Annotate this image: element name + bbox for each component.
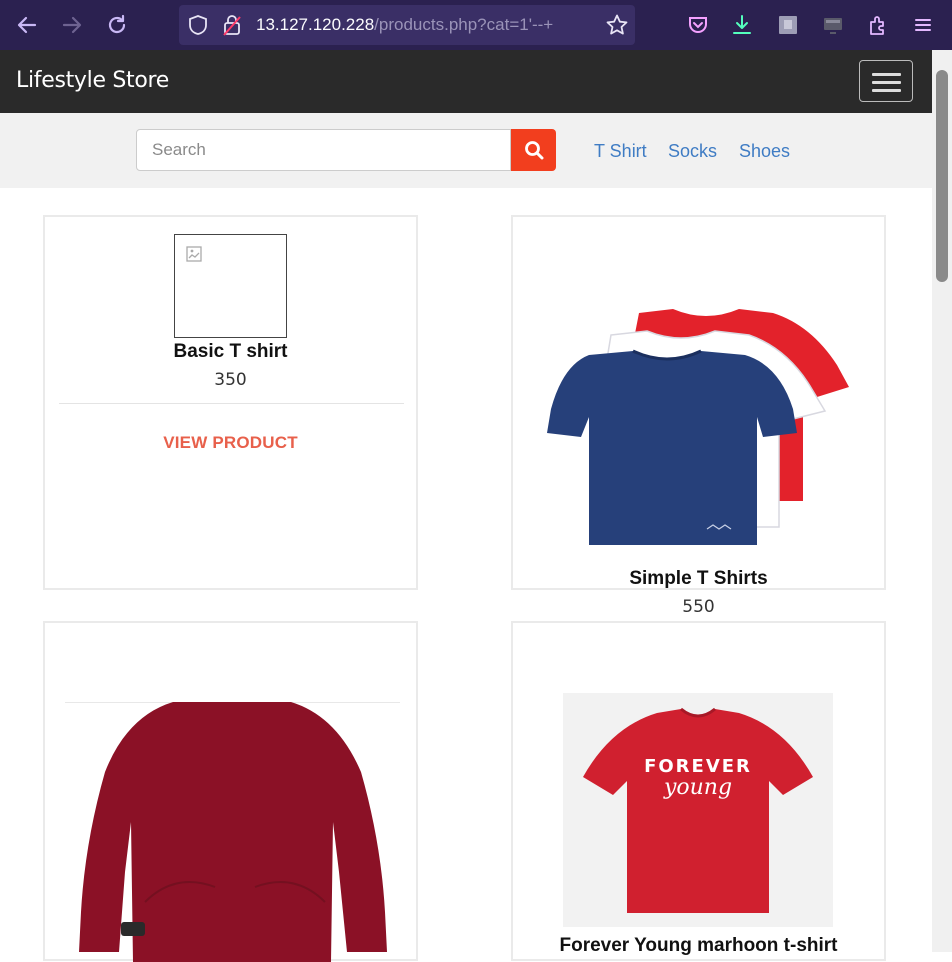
category-link-socks[interactable]: Socks (668, 141, 717, 162)
search-bar-section: T Shirt Socks Shoes (0, 113, 932, 188)
tshirt-print-line1: FOREVER (644, 756, 752, 777)
product-card (43, 621, 418, 962)
search-icon (524, 141, 543, 160)
tshirt-print-line2: young (663, 775, 733, 800)
category-link-shoes[interactable]: Shoes (739, 141, 790, 162)
shield-icon[interactable] (187, 14, 209, 41)
site-navbar: Lifestyle Store (0, 50, 932, 113)
product-image[interactable] (75, 702, 389, 962)
search-input[interactable] (136, 129, 511, 171)
product-image[interactable] (174, 234, 287, 338)
product-name[interactable]: Basic T shirt (45, 341, 416, 363)
url-text: 13.127.120.228/products.php?cat=1'--+ (256, 15, 553, 35)
address-bar[interactable]: 13.127.120.228/products.php?cat=1'--+ (179, 5, 635, 45)
navbar-toggle-button[interactable] (859, 60, 913, 102)
product-price: 550 (682, 597, 715, 617)
product-image[interactable] (541, 305, 853, 553)
product-image[interactable]: FOREVER young (563, 693, 833, 927)
back-arrow-icon[interactable] (11, 9, 43, 41)
hamburger-line (872, 73, 901, 76)
hamburger-line (872, 89, 901, 92)
product-card: Simple T Shirts 550 (511, 215, 886, 617)
pocket-icon[interactable] (684, 11, 712, 39)
download-icon[interactable] (728, 11, 756, 39)
product-name[interactable]: Forever Young marhoon t-shirt (513, 935, 884, 957)
reload-icon[interactable] (101, 9, 133, 41)
hamburger-line (872, 81, 901, 84)
forward-arrow-icon[interactable] (56, 9, 88, 41)
category-link-tshirt[interactable]: T Shirt (594, 141, 647, 162)
tshirt-graphic (583, 707, 813, 913)
broken-image-icon (186, 246, 202, 262)
product-card: Basic T shirt 350 VIEW PRODUCT (43, 215, 418, 590)
view-product-link[interactable]: VIEW PRODUCT (45, 433, 416, 453)
search-button[interactable] (511, 129, 556, 171)
bookmark-star-icon[interactable] (605, 13, 629, 42)
brand-logo[interactable]: Lifestyle Store (16, 68, 169, 93)
product-card: FOREVER young Forever Young marhoon t-sh… (511, 621, 886, 961)
url-host: 13.127.120.228 (256, 15, 375, 34)
product-price: 350 (214, 370, 247, 390)
browser-toolbar: 13.127.120.228/products.php?cat=1'--+ (0, 0, 952, 50)
lock-icon[interactable] (221, 14, 243, 41)
url-path: /products.php?cat=1'--+ (374, 15, 554, 34)
product-name[interactable]: Simple T Shirts (513, 568, 884, 590)
menu-icon[interactable] (909, 11, 937, 39)
screen-icon[interactable] (819, 11, 847, 39)
container-icon[interactable] (774, 11, 802, 39)
scrollbar-thumb[interactable] (936, 70, 948, 282)
extension-icon[interactable] (864, 11, 892, 39)
card-divider (59, 403, 404, 404)
